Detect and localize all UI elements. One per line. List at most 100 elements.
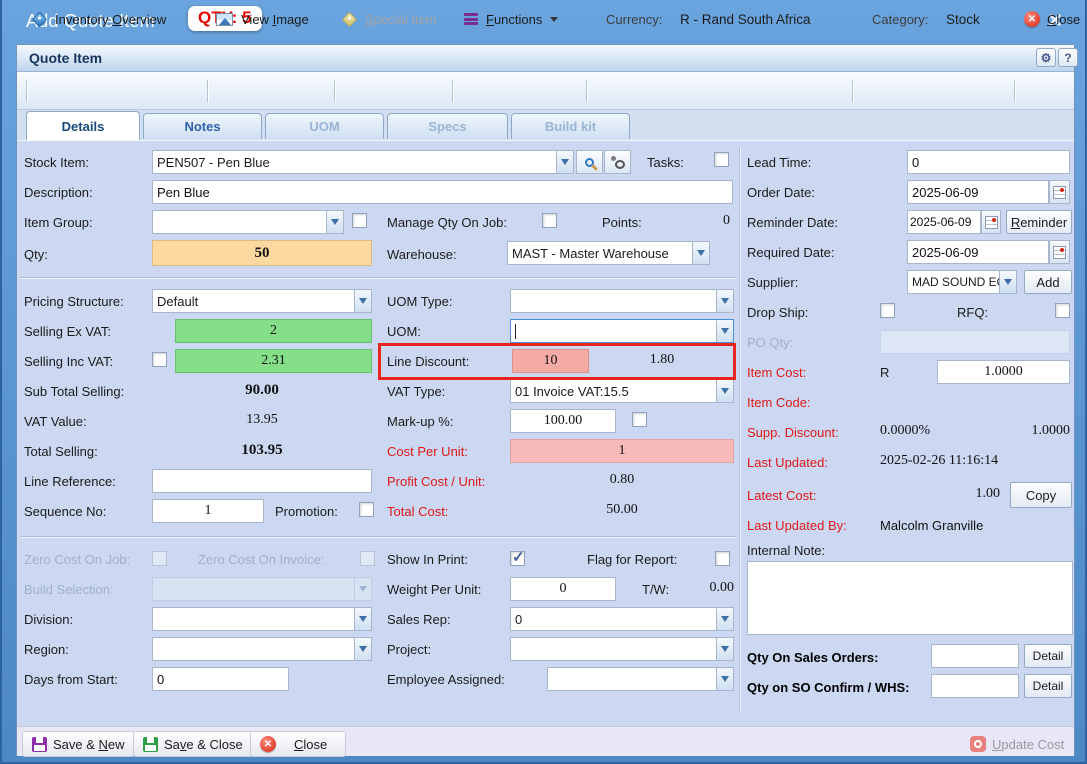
chevron-down-icon[interactable]: [716, 290, 733, 312]
flag-for-report-checkbox[interactable]: [715, 551, 730, 566]
project-combo[interactable]: [510, 637, 734, 661]
save-and-close-button[interactable]: Save & Close: [133, 731, 253, 757]
toolbar-separator: [1014, 80, 1015, 102]
vat-type-combo[interactable]: 01 Invoice VAT:15.5: [510, 379, 734, 403]
chevron-down-icon[interactable]: [999, 271, 1016, 293]
stock-item-search-button[interactable]: [576, 150, 603, 174]
sales-rep-combo[interactable]: 0: [510, 607, 734, 631]
required-date-input[interactable]: [907, 240, 1049, 264]
item-group-combo[interactable]: [152, 210, 344, 234]
stock-item-combo[interactable]: PEN507 - Pen Blue: [152, 150, 574, 174]
qty-on-sales-orders-input[interactable]: [931, 644, 1019, 668]
chevron-down-icon[interactable]: [354, 290, 371, 312]
stock-item-replace-button[interactable]: [604, 150, 631, 174]
weight-per-unit-input[interactable]: [510, 577, 616, 601]
uom-combo[interactable]: [510, 319, 734, 343]
region-label: Region:: [24, 642, 69, 657]
rfq-label: RFQ:: [957, 305, 988, 320]
qty-on-so-confirm-label: Qty on SO Confirm / WHS:: [747, 680, 910, 695]
qty-on-so-confirm-input[interactable]: [931, 674, 1019, 698]
qty-on-sales-orders-detail-button[interactable]: Detail: [1024, 644, 1072, 668]
order-date-label: Order Date:: [747, 185, 815, 200]
required-date-calendar-button[interactable]: [1049, 240, 1070, 264]
lead-time-input[interactable]: [907, 150, 1070, 174]
zero-cost-on-job-checkbox: [152, 551, 167, 566]
vat-type-label: VAT Type:: [387, 384, 445, 399]
chevron-down-icon[interactable]: [716, 380, 733, 402]
division-label: Division:: [24, 612, 73, 627]
save-and-new-button[interactable]: Save & New: [22, 731, 135, 757]
pricing-structure-label: Pricing Structure:: [24, 294, 124, 309]
line-discount-percent-input[interactable]: [512, 349, 589, 373]
uom-type-combo[interactable]: [510, 289, 734, 313]
selling-inc-vat-checkbox[interactable]: [152, 352, 167, 367]
close-button[interactable]: ✕ Close: [250, 731, 346, 757]
drop-ship-checkbox[interactable]: [880, 303, 895, 318]
qty-input[interactable]: [152, 240, 372, 266]
mark-up-input[interactable]: [510, 409, 616, 433]
copy-button[interactable]: Copy: [1010, 482, 1072, 508]
show-in-print-checkbox[interactable]: ✓: [510, 551, 525, 566]
chevron-down-icon[interactable]: [354, 638, 371, 660]
sequence-no-input[interactable]: [152, 499, 264, 523]
selling-ex-vat-input[interactable]: [175, 319, 372, 343]
last-updated-label: Last Updated:: [747, 455, 828, 470]
toolbar-separator: [26, 80, 27, 102]
last-updated-by-value: Malcolm Granville: [880, 518, 983, 533]
chevron-down-icon[interactable]: [716, 320, 733, 342]
supplier-add-button[interactable]: Add: [1024, 270, 1072, 294]
line-discount-amount-value: 1.80: [592, 352, 732, 368]
reminder-date-calendar-button[interactable]: [981, 210, 1001, 234]
order-date-input[interactable]: [907, 180, 1049, 204]
chevron-down-icon[interactable]: [692, 242, 709, 264]
region-combo[interactable]: [152, 637, 372, 661]
view-image-button[interactable]: View Image: [216, 0, 309, 38]
calendar-icon: [985, 216, 998, 229]
drop-ship-label: Drop Ship:: [747, 305, 808, 320]
qty-on-so-confirm-detail-button[interactable]: Detail: [1024, 674, 1072, 698]
promotion-label: Promotion:: [275, 504, 338, 519]
manage-qty-on-job-checkbox[interactable]: [542, 213, 557, 228]
tab-notes[interactable]: Notes: [143, 113, 262, 139]
promotion-checkbox[interactable]: [359, 502, 374, 517]
employee-assigned-combo[interactable]: [547, 667, 734, 691]
uom-type-label: UOM Type:: [387, 294, 453, 309]
selling-inc-vat-input[interactable]: [175, 349, 372, 373]
help-button[interactable]: ?: [1058, 48, 1078, 67]
chevron-down-icon[interactable]: [716, 638, 733, 660]
cost-per-unit-input[interactable]: [510, 439, 734, 463]
inventory-overview-button[interactable]: Inventory Overview: [34, 0, 166, 38]
vat-value: 13.95: [152, 412, 372, 428]
chevron-down-icon[interactable]: [716, 608, 733, 630]
functions-menu-button[interactable]: Functions: [464, 0, 558, 38]
tasks-checkbox[interactable]: [714, 152, 729, 167]
manage-qty-on-job-label: Manage Qty On Job:: [387, 215, 507, 230]
days-from-start-label: Days from Start:: [24, 672, 118, 687]
toolbar-close-button[interactable]: ✕ Close: [1024, 0, 1080, 38]
order-date-calendar-button[interactable]: [1049, 180, 1070, 204]
days-from-start-input[interactable]: [152, 667, 289, 691]
chevron-down-icon[interactable]: [716, 668, 733, 690]
supplier-combo[interactable]: MAD SOUND EQU: [907, 270, 1017, 294]
rfq-checkbox[interactable]: [1055, 303, 1070, 318]
line-reference-input[interactable]: [152, 469, 372, 493]
chevron-down-icon[interactable]: [556, 151, 573, 173]
description-input[interactable]: [152, 180, 733, 204]
division-combo[interactable]: [152, 607, 372, 631]
mark-up-checkbox[interactable]: [632, 412, 647, 427]
reminder-date-input[interactable]: [907, 210, 981, 234]
item-cost-input[interactable]: [937, 360, 1070, 384]
warehouse-combo[interactable]: MAST - Master Warehouse: [507, 241, 710, 265]
pricing-structure-combo[interactable]: Default: [152, 289, 372, 313]
last-updated-by-label: Last Updated By:: [747, 518, 847, 533]
chevron-down-icon[interactable]: [354, 608, 371, 630]
item-group-checkbox[interactable]: [352, 213, 367, 228]
chevron-down-icon[interactable]: [326, 211, 343, 233]
build-selection-label: Build Selection:: [24, 582, 114, 597]
tab-details[interactable]: Details: [26, 111, 140, 140]
internal-note-textarea[interactable]: [747, 561, 1073, 635]
settings-button[interactable]: ⚙: [1036, 48, 1056, 67]
group-title: Quote Item: [29, 50, 102, 66]
category-value: Stock: [946, 0, 980, 38]
reminder-button[interactable]: Reminder: [1006, 210, 1072, 234]
